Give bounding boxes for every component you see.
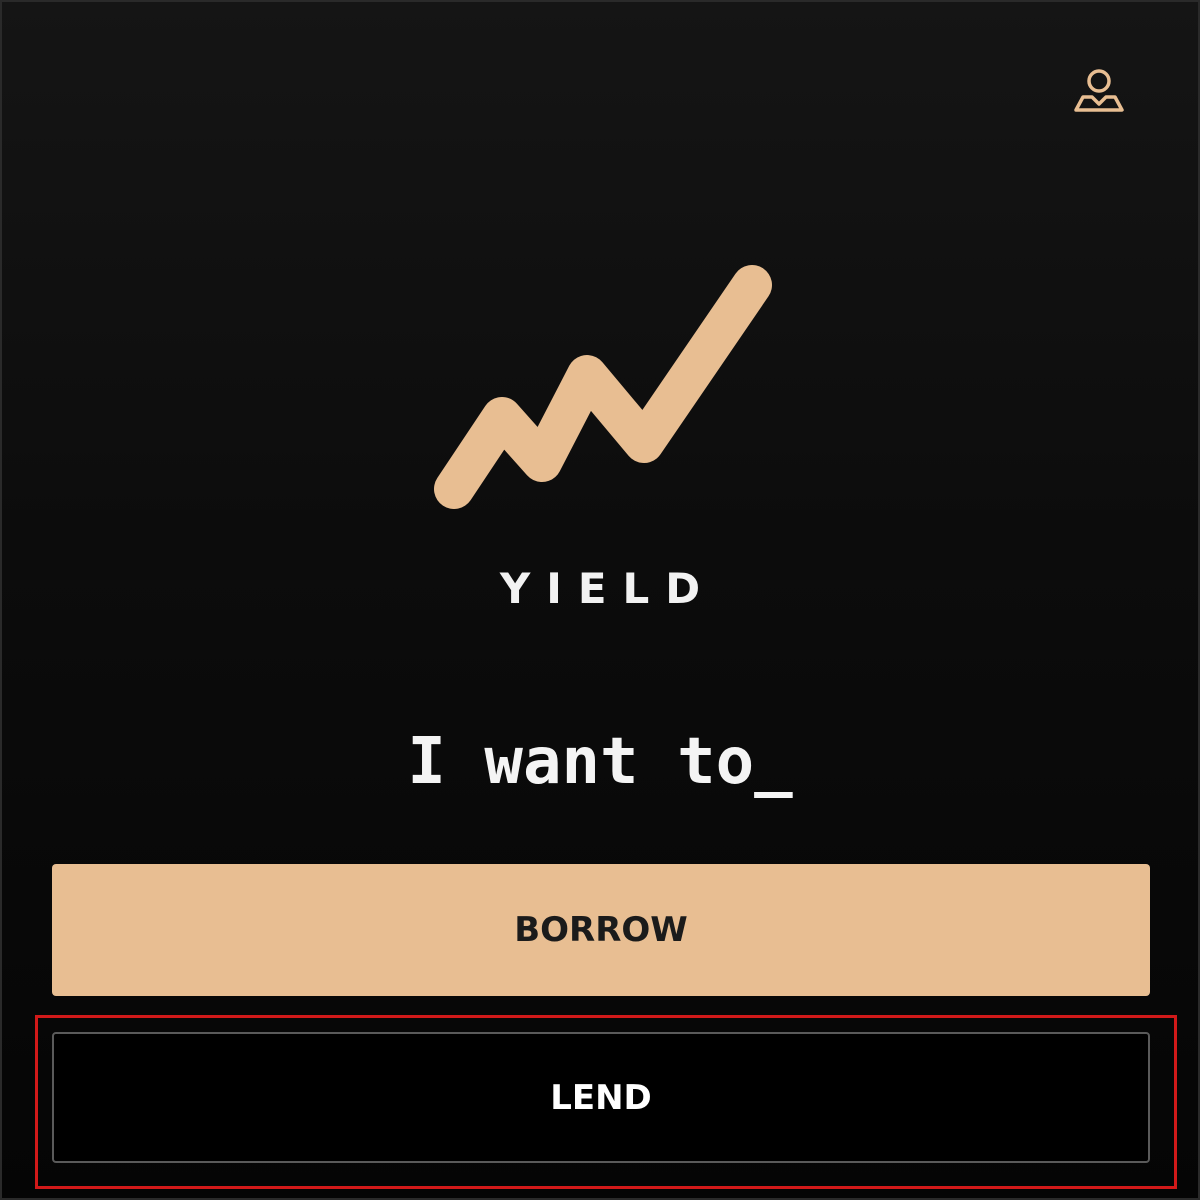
app-screen: YIELD I want to_ BORROW LEND bbox=[0, 0, 1200, 1200]
brand-name: YIELD bbox=[499, 564, 717, 613]
user-profile-icon bbox=[1074, 69, 1124, 112]
profile-button[interactable] bbox=[1070, 66, 1128, 116]
borrow-button[interactable]: BORROW bbox=[52, 864, 1150, 996]
trending-line-icon bbox=[434, 265, 772, 509]
intent-prompt: I want to_ bbox=[407, 725, 793, 799]
lend-button[interactable]: LEND bbox=[52, 1032, 1150, 1163]
